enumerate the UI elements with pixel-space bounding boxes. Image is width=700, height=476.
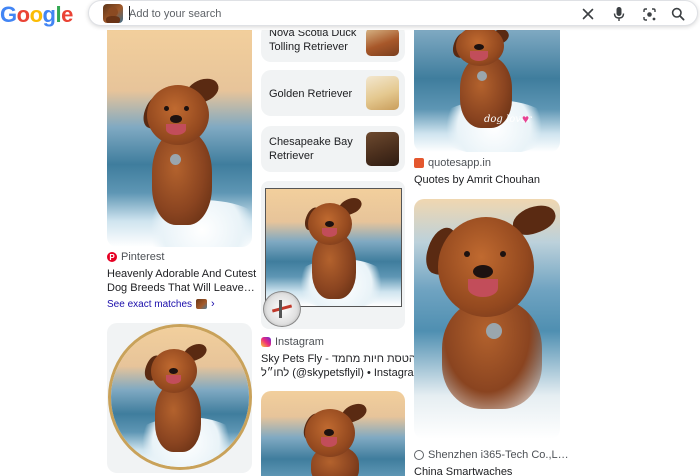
result-title[interactable]: Quotes by Amrit Chouhan	[414, 173, 564, 187]
image-dog-mouth	[321, 437, 337, 447]
image-dog-eye	[464, 251, 470, 257]
image-dog-mouth	[322, 228, 337, 237]
chip-label: Nova Scotia Duck Tolling Retriever	[269, 27, 357, 53]
microphone-icon[interactable]	[611, 6, 627, 22]
chip-thumbnail	[366, 132, 399, 166]
logo-letter: o	[29, 2, 43, 27]
header: Google	[0, 0, 700, 30]
result-title-line: לחו״ל (@skypetsflyil) • Instagra…	[261, 367, 425, 379]
exact-match-thumbnail-icon	[196, 299, 208, 309]
search-box	[88, 0, 698, 26]
logo-letter: G	[0, 2, 17, 27]
instagram-icon	[261, 337, 271, 347]
circle-frame	[108, 324, 252, 470]
image-dog-mouth	[166, 375, 181, 384]
result-title[interactable]: Heavenly Adorable And Cutest Dog Breeds …	[107, 267, 257, 295]
result-image-dog-framed[interactable]	[261, 181, 405, 329]
image-dog-mouth	[468, 279, 498, 297]
image-dog-nose	[325, 221, 334, 227]
chip-thumbnail	[366, 76, 399, 110]
image-dog-mouth	[470, 51, 488, 61]
source-name: quotesapp.in	[428, 157, 491, 169]
image-dog-tag	[486, 323, 502, 339]
result-title[interactable]: Sky Pets Fly - הטסת חיות מחמד לחו״ל (@sk…	[261, 352, 425, 380]
image-dog-tag	[170, 154, 181, 165]
link-label: See exact matches	[107, 298, 193, 310]
chevron-right-icon: ›	[211, 298, 215, 310]
chip-thumbnail	[366, 28, 399, 56]
result-image-dog-lover[interactable]: dog lover ♥	[414, 30, 560, 152]
result-image-dog-circle[interactable]	[107, 323, 252, 473]
image-dog-eye	[164, 106, 169, 111]
chip-label: Chesapeake Bay Retriever	[269, 136, 353, 162]
heart-icon: ♥	[522, 112, 530, 126]
result-title-line: Heavenly Adorable And Cutest	[107, 268, 257, 280]
related-chip-golden-retriever[interactable]: Golden Retriever	[261, 70, 405, 116]
result-title-line: Sky Pets Fly - הטסת חיות מחמד	[261, 353, 416, 365]
result-title[interactable]: China Smartwaches	[414, 465, 564, 476]
search-input[interactable]	[129, 5, 549, 23]
framed-photo	[265, 188, 402, 307]
image-dog-nose	[324, 429, 334, 436]
image-dog-nose	[169, 368, 178, 374]
lens-icon[interactable]	[641, 6, 657, 22]
result-source[interactable]: P Pinterest	[107, 251, 164, 263]
result-source[interactable]: Shenzhen i365-Tech Co.,L…	[414, 449, 569, 461]
close-icon[interactable]	[580, 6, 596, 22]
search-icon[interactable]	[670, 6, 686, 22]
image-dog-mouth	[166, 124, 186, 135]
source-name: Instagram	[275, 336, 324, 348]
result-title-line: Dog Breeds That Will Leave…	[107, 282, 255, 294]
source-name: Pinterest	[121, 251, 165, 263]
image-results-page: Google Add to your search P Pinterest He…	[0, 0, 700, 476]
image-dog-eye	[184, 106, 189, 111]
image-dog-nose	[473, 265, 493, 278]
see-exact-matches-link[interactable]: See exact matches ›	[107, 298, 215, 310]
result-image-dog-running-beach[interactable]	[261, 391, 405, 476]
source-name: Shenzhen i365-Tech Co.,L…	[428, 449, 569, 461]
image-dog-nose	[170, 115, 182, 123]
result-image-dog-portrait[interactable]	[414, 199, 560, 439]
site-favicon-icon	[414, 158, 424, 168]
result-source[interactable]: Instagram	[261, 336, 324, 348]
image-dog-eye	[500, 251, 506, 257]
logo-letter: g	[42, 2, 56, 27]
logo-letter: o	[16, 2, 30, 27]
search-image-thumbnail[interactable]	[103, 4, 123, 23]
seal-emblem-icon	[263, 291, 301, 327]
globe-icon	[414, 450, 424, 460]
image-dog-tag	[477, 71, 487, 81]
pinterest-icon: P	[107, 252, 117, 262]
image-dog-nose	[474, 44, 484, 50]
related-chip-chesapeake-bay-retriever[interactable]: Chesapeake Bay Retriever	[261, 126, 405, 172]
result-source[interactable]: quotesapp.in	[414, 157, 491, 169]
result-image-dog-running-beach[interactable]	[107, 30, 252, 247]
logo-letter: e	[61, 2, 73, 27]
chip-label: Golden Retriever	[269, 88, 353, 100]
google-logo[interactable]: Google	[0, 2, 73, 28]
